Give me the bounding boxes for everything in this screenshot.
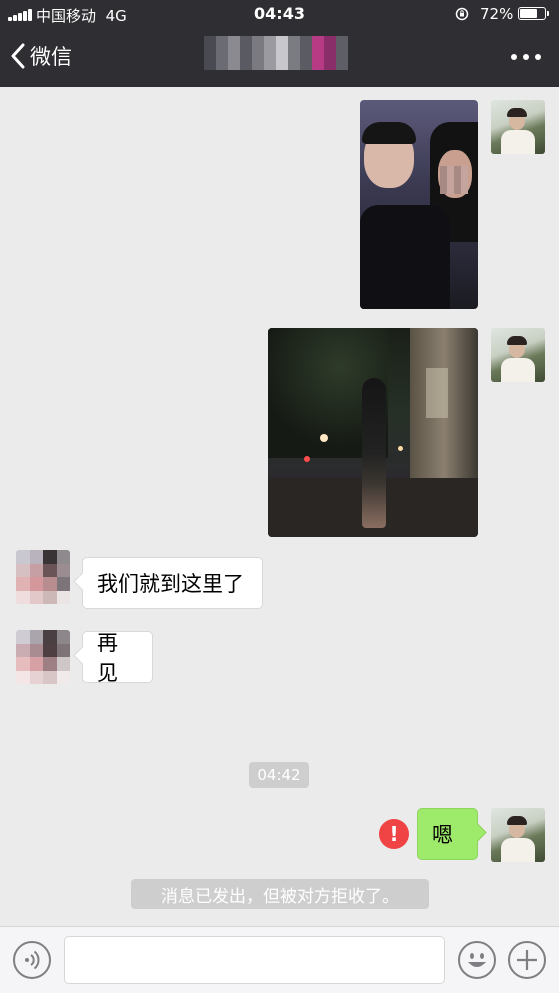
avatar-self[interactable]: [491, 100, 545, 154]
input-bar: [0, 926, 559, 993]
back-button[interactable]: 微信: [10, 40, 72, 72]
system-notice: 消息已发出，但被对方拒收了。: [131, 879, 429, 909]
back-label: 微信: [30, 45, 72, 69]
avatar-contact[interactable]: [16, 550, 70, 604]
voice-icon: [25, 950, 40, 970]
message-bubble-incoming[interactable]: 再见: [82, 631, 153, 685]
emoji-button[interactable]: [458, 941, 496, 979]
avatar-contact[interactable]: [16, 630, 70, 684]
avatar-self[interactable]: [491, 808, 545, 862]
image-message-couple[interactable]: [360, 100, 478, 309]
more-button[interactable]: [509, 46, 543, 68]
message-text: 嗯: [432, 823, 453, 847]
avatar-self[interactable]: [491, 328, 545, 382]
voice-button[interactable]: [13, 941, 51, 979]
chevron-left-icon: [11, 43, 25, 69]
message-bubble-incoming[interactable]: 我们就到这里了: [82, 557, 263, 609]
emoji-icon: [468, 953, 486, 967]
message-timestamp: 04:42: [249, 762, 309, 788]
battery-icon: [518, 7, 549, 20]
rotation-lock-icon: [455, 7, 469, 21]
battery-percent: 72%: [480, 5, 514, 23]
exclamation-icon[interactable]: !: [379, 819, 409, 849]
status-time: 04:43: [254, 4, 305, 23]
message-bubble-outgoing[interactable]: 嗯: [417, 808, 478, 860]
contact-name-pixelated[interactable]: [204, 36, 348, 70]
image-message-night-street[interactable]: [268, 328, 478, 537]
status-bar: 中国移动 4G 04:43 72%: [0, 0, 559, 28]
nav-bar: 微信: [0, 28, 559, 87]
plus-icon: [517, 950, 537, 970]
message-text: 我们就到这里了: [97, 572, 244, 596]
top-bar: 中国移动 4G 04:43 72% 微信: [0, 0, 559, 87]
message-text: 再见: [97, 631, 118, 685]
message-input[interactable]: [64, 936, 445, 984]
plus-button[interactable]: [508, 941, 546, 979]
